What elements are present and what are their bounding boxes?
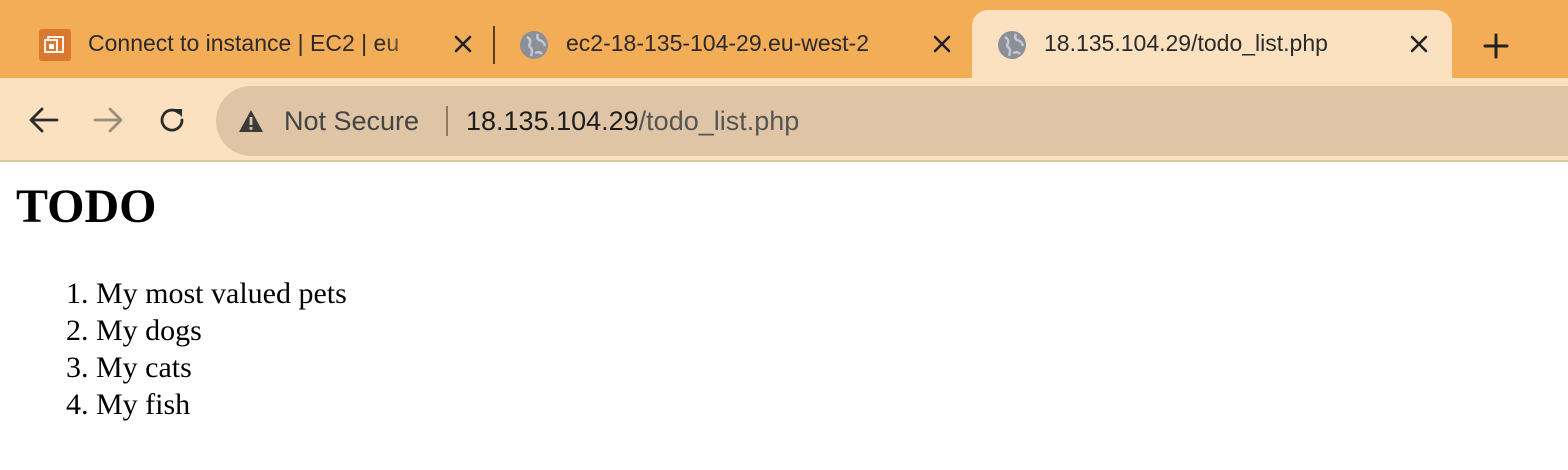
arrow-left-icon bbox=[29, 107, 59, 133]
globe-icon bbox=[998, 31, 1026, 59]
warning-icon[interactable] bbox=[238, 109, 264, 133]
close-tab-icon[interactable] bbox=[928, 30, 956, 58]
forward-button[interactable] bbox=[88, 100, 128, 140]
arrow-right-icon bbox=[93, 107, 123, 133]
tab-title: ec2-18-135-104-29.eu-west-2 bbox=[566, 30, 870, 56]
security-status-label[interactable]: Not Secure bbox=[284, 106, 419, 137]
list-item: My most valued pets bbox=[96, 275, 347, 312]
tab-strip: Connect to instance | EC2 | eu ec2-18-13… bbox=[0, 0, 1568, 78]
address-bar[interactable]: Not Secure 18.135.104.29/todo_list.php bbox=[216, 86, 1568, 156]
list-item: My cats bbox=[96, 349, 347, 386]
list-item: My dogs bbox=[96, 312, 347, 349]
url-path: /todo_list.php bbox=[638, 106, 800, 136]
url-host: 18.135.104.29 bbox=[466, 106, 639, 136]
browser-toolbar: Not Secure 18.135.104.29/todo_list.php bbox=[0, 78, 1568, 162]
globe-icon bbox=[520, 31, 548, 59]
plus-icon bbox=[1483, 33, 1509, 59]
url-text[interactable]: 18.135.104.29/todo_list.php bbox=[466, 106, 799, 137]
tab-ec2-connect[interactable]: Connect to instance | EC2 | eu bbox=[0, 10, 494, 78]
list-item: My fish bbox=[96, 386, 347, 423]
page-content: TODO My most valued pets My dogs My cats… bbox=[0, 162, 1568, 470]
reload-icon bbox=[160, 108, 184, 132]
close-tab-icon[interactable] bbox=[449, 30, 477, 58]
back-button[interactable] bbox=[24, 100, 64, 140]
todo-list: My most valued pets My dogs My cats My f… bbox=[16, 275, 347, 423]
aws-ec2-icon bbox=[39, 29, 71, 61]
page-title: TODO bbox=[16, 180, 157, 233]
tab-todo-list-active[interactable]: 18.135.104.29/todo_list.php bbox=[972, 10, 1452, 78]
reload-button[interactable] bbox=[152, 100, 192, 140]
tab-separator bbox=[493, 26, 495, 64]
new-tab-button[interactable] bbox=[1478, 28, 1514, 64]
tab-title: 18.135.104.29/todo_list.php bbox=[1044, 30, 1328, 56]
close-tab-icon[interactable] bbox=[1405, 30, 1433, 58]
tab-ec2-host[interactable]: ec2-18-135-104-29.eu-west-2 bbox=[496, 10, 970, 78]
tab-title: Connect to instance | EC2 | eu bbox=[88, 30, 400, 56]
address-separator bbox=[446, 106, 448, 136]
